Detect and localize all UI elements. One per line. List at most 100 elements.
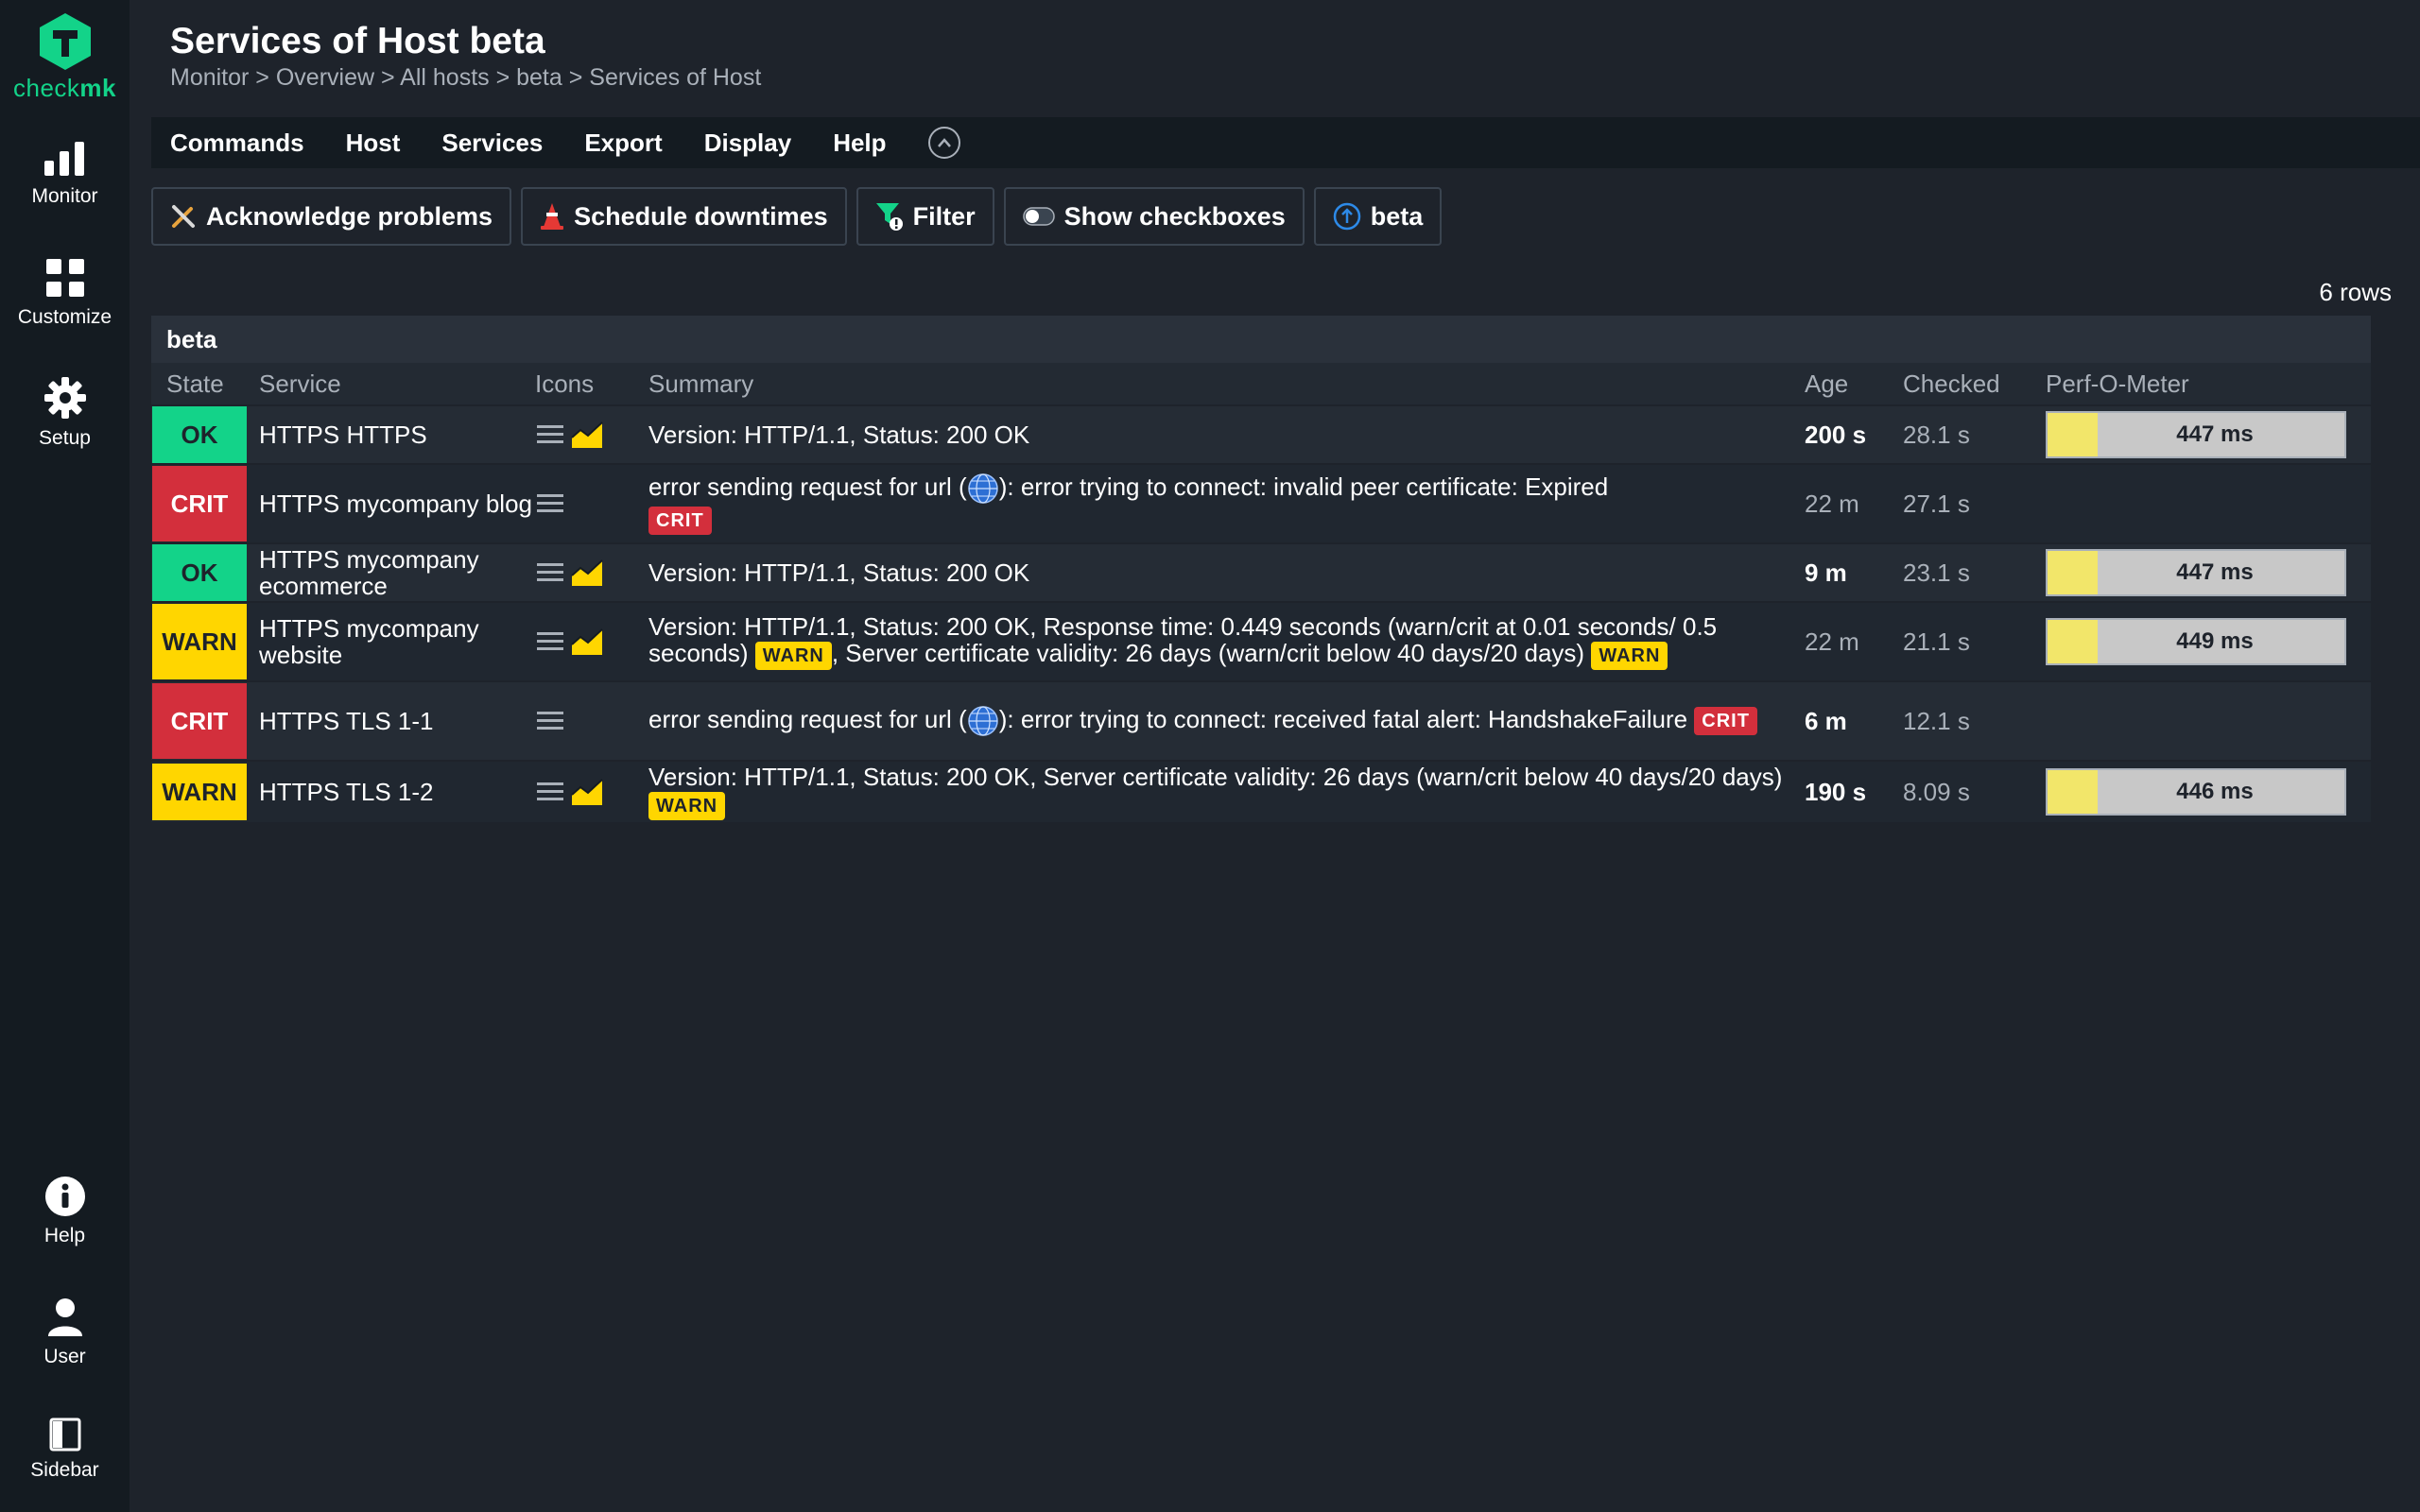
state-cell: OK [151, 406, 257, 463]
nav-monitor[interactable]: Monitor [0, 140, 130, 208]
table-row: WARN HTTPS mycompany website Version: HT… [151, 601, 2371, 680]
crit-badge: CRIT [1694, 707, 1757, 735]
warn-badge: WARN [648, 791, 726, 820]
service-name[interactable]: HTTPS mycompany ecommerce [257, 546, 535, 599]
nav-sidebar[interactable]: Sidebar [0, 1418, 130, 1482]
state-badge[interactable]: CRIT [152, 466, 247, 541]
menu-icon[interactable] [535, 708, 565, 734]
group-header[interactable]: beta [151, 316, 2371, 363]
checkmk-wordmark: checkmk [13, 74, 116, 102]
gear-icon [43, 377, 86, 419]
filter-button[interactable]: Filter [856, 187, 994, 246]
bar-chart-icon [43, 142, 84, 176]
nav-sidebar-label: Sidebar [30, 1459, 99, 1481]
age-value: 190 s [1805, 777, 1867, 806]
service-name[interactable]: HTTPS HTTPS [257, 421, 535, 448]
nav-user[interactable]: User [0, 1297, 130, 1368]
nav-help[interactable]: Help [0, 1176, 130, 1247]
acknowledge-problems-label: Acknowledge problems [206, 201, 493, 231]
graph-icon[interactable] [571, 558, 603, 587]
filter-warning-icon [875, 201, 904, 232]
table-row: OK HTTPS mycompany ecommerce Version: HT… [151, 542, 2371, 601]
summary-text: Version: HTTP/1.1, Status: 200 OK [648, 421, 1030, 449]
traffic-cone-icon [540, 202, 564, 231]
host-beta-button[interactable]: beta [1313, 187, 1443, 246]
perf-o-meter[interactable]: 447 ms [2046, 411, 2346, 458]
summary-text: , Server certificate validity: 26 days (… [831, 639, 1585, 668]
checkmk-logo[interactable]: checkmk [0, 11, 130, 103]
service-name[interactable]: HTTPS mycompany website [257, 615, 535, 668]
globe-icon[interactable] [967, 705, 999, 737]
acknowledge-problems-button[interactable]: Acknowledge problems [151, 187, 512, 246]
breadcrumb[interactable]: Monitor > Overview > All hosts > beta > … [170, 64, 761, 92]
perf-o-meter[interactable]: 449 ms [2046, 618, 2346, 665]
menu-icon[interactable] [535, 490, 565, 517]
perf-o-meter[interactable]: 446 ms [2046, 768, 2346, 816]
col-summary[interactable]: Summary [648, 370, 1805, 397]
filter-label: Filter [912, 201, 976, 231]
checked-value: 21.1 s [1903, 627, 1970, 656]
col-checked[interactable]: Checked [1903, 369, 2046, 399]
summary-cell: error sending request for url (): error … [648, 705, 1805, 737]
menu-services[interactable]: Services [441, 129, 543, 158]
checked-value: 27.1 s [1903, 489, 1970, 518]
perf-o-meter[interactable]: 447 ms [2046, 549, 2346, 596]
nav-user-label: User [43, 1346, 86, 1367]
graph-icon[interactable] [571, 778, 603, 806]
perf-label: 446 ms [2176, 779, 2254, 804]
page-title: Services of Host beta [170, 21, 545, 61]
menu-icon[interactable] [535, 628, 565, 655]
service-name[interactable]: HTTPS TLS 1-2 [257, 779, 535, 805]
col-state[interactable]: State [151, 363, 257, 404]
summary-text: error sending request for url ( [648, 704, 967, 733]
nav-customize[interactable]: Customize [0, 257, 130, 329]
collapse-toolbar-icon[interactable] [927, 127, 960, 159]
icons-cell [535, 778, 648, 806]
toggle-off-icon [1022, 207, 1055, 226]
summary-cell: Version: HTTP/1.1, Status: 200 OK, Respo… [648, 613, 1805, 670]
perf-o-meter-cell: 447 ms [2046, 411, 2371, 458]
menu-display[interactable]: Display [704, 129, 792, 158]
nav-monitor-label: Monitor [31, 185, 98, 207]
graph-icon[interactable] [571, 627, 603, 656]
menu-help[interactable]: Help [833, 129, 886, 158]
col-icons[interactable]: Icons [535, 369, 648, 399]
menubar: Commands Host Services Export Display He… [151, 117, 2420, 168]
table-row: WARN HTTPS TLS 1-2 Version: HTTP/1.1, St… [151, 760, 2371, 822]
menu-commands[interactable]: Commands [170, 129, 304, 158]
service-name[interactable]: HTTPS mycompany blog [257, 490, 535, 517]
menu-icon[interactable] [535, 559, 565, 586]
info-icon [44, 1177, 85, 1216]
state-badge[interactable]: CRIT [152, 683, 247, 759]
state-badge[interactable]: OK [152, 406, 247, 463]
summary-text: Version: HTTP/1.1, Status: 200 OK, Serve… [648, 763, 1783, 792]
page-toolbar: Acknowledge problems Schedule downtimes … [151, 187, 1443, 246]
left-sidebar: checkmk Monitor Customize Setup Help Use… [0, 0, 130, 1512]
menu-icon[interactable] [535, 779, 565, 805]
user-icon [47, 1298, 82, 1336]
menu-host[interactable]: Host [346, 129, 401, 158]
table-header: State Service Icons Summary Age Checked … [151, 363, 2371, 404]
col-service[interactable]: Service [257, 370, 535, 397]
col-age[interactable]: Age [1805, 369, 1903, 399]
tools-icon [170, 203, 197, 230]
crit-badge: CRIT [648, 506, 712, 535]
state-badge[interactable]: WARN [152, 764, 247, 820]
grid-icon [45, 259, 84, 297]
col-perf[interactable]: Perf-O-Meter [2046, 369, 2371, 399]
perf-label: 449 ms [2176, 628, 2254, 654]
state-cell: WARN [151, 762, 257, 822]
schedule-downtimes-button[interactable]: Schedule downtimes [521, 187, 847, 246]
globe-icon[interactable] [967, 472, 999, 505]
age-value: 9 m [1805, 558, 1847, 587]
menu-export[interactable]: Export [584, 129, 662, 158]
state-badge[interactable]: OK [152, 544, 247, 601]
table-row: OK HTTPS HTTPS Version: HTTP/1.1, Status… [151, 404, 2371, 463]
state-badge[interactable]: WARN [152, 604, 247, 679]
nav-setup[interactable]: Setup [0, 376, 130, 450]
graph-icon[interactable] [571, 421, 603, 449]
service-name[interactable]: HTTPS TLS 1-1 [257, 708, 535, 734]
checked-value: 12.1 s [1903, 706, 1970, 735]
show-checkboxes-button[interactable]: Show checkboxes [1003, 187, 1305, 246]
menu-icon[interactable] [535, 421, 565, 448]
